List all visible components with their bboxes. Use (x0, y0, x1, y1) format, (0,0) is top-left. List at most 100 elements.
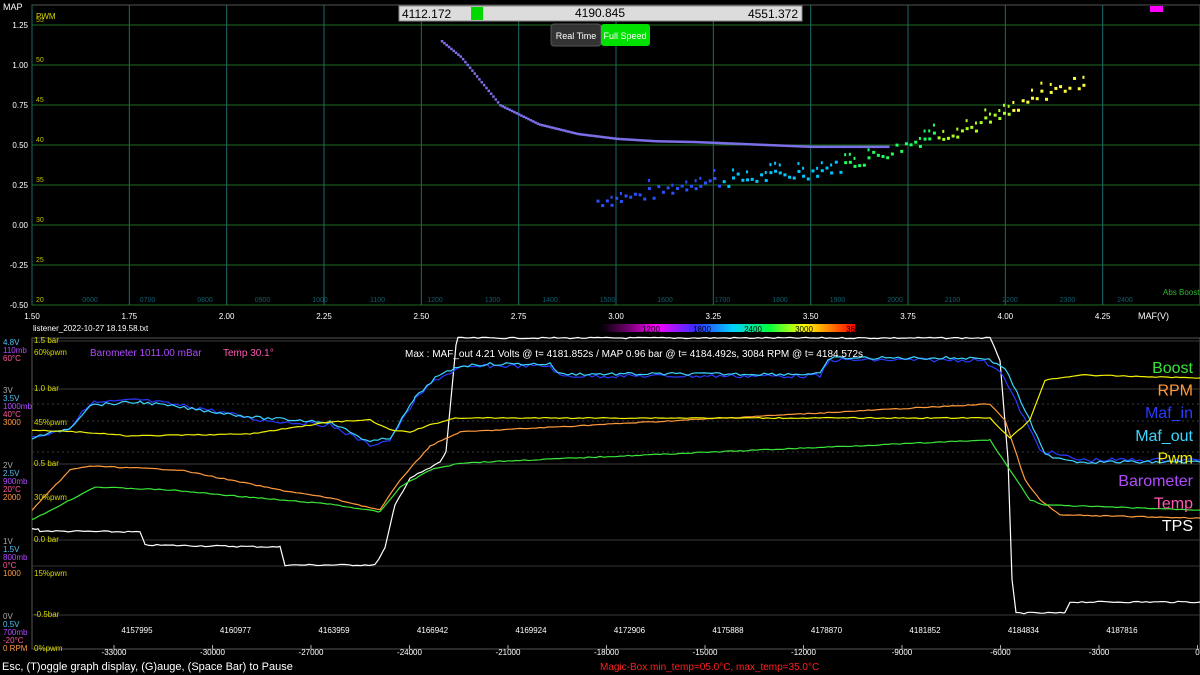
scatter-point (928, 129, 931, 133)
scatter-point (647, 187, 651, 191)
scatter-point (806, 177, 810, 181)
status-text: Magic-Box min_temp=05.0°C, max_temp=35.0… (600, 662, 819, 673)
axis-value: 0 RPM (3, 644, 28, 653)
scatter-point (508, 108, 512, 112)
scatter-point (812, 145, 815, 149)
scatter-point (837, 145, 841, 149)
pwm-tick: 50 (36, 57, 44, 64)
scatter-point (783, 173, 787, 177)
scatter-point (755, 179, 759, 183)
scatter-point (774, 161, 777, 165)
rpm-tick: 1000 (312, 297, 328, 304)
scatter-point (965, 119, 968, 123)
scatter-point (840, 145, 843, 149)
scatter-point (718, 184, 722, 188)
scatter-point (725, 142, 729, 145)
scatter-point (723, 142, 726, 145)
scatter-point (847, 145, 850, 149)
boost-scale: -0.5bar (34, 610, 60, 619)
scatter-point (633, 192, 637, 196)
scatter-point (984, 108, 987, 112)
rpm-tick: 0800 (197, 297, 213, 304)
scatter-point (596, 199, 600, 203)
scatter-point (625, 138, 628, 141)
scatter-point (450, 47, 453, 51)
scatter-point (1026, 100, 1030, 104)
scatter-point (1054, 86, 1058, 90)
scatter-point (709, 141, 712, 144)
scatter-point (909, 143, 913, 147)
legend-entry: Pwm (1157, 450, 1193, 467)
scatter-point (653, 139, 656, 143)
scatter-point (828, 145, 832, 149)
scatter-point (816, 145, 820, 149)
axis-value: 3000 (3, 418, 21, 427)
scatter-point (610, 195, 613, 199)
maf-tick: 1.75 (122, 312, 138, 321)
scatter-point (562, 129, 565, 132)
maf-tick: 3.25 (706, 312, 722, 321)
full-speed-button[interactable]: Full Speed (601, 24, 650, 46)
offset-tick: -24000 (397, 648, 422, 657)
scatter-point (578, 132, 582, 136)
scatter-point (601, 204, 605, 208)
scatter-point (914, 140, 918, 144)
map-tick: 0.50 (12, 141, 28, 150)
scatter-point (863, 145, 867, 149)
scatter-point (675, 187, 679, 191)
scatter-point (844, 145, 848, 149)
time-tick: 4178870 (811, 626, 843, 635)
scatter-point (807, 145, 811, 148)
scatter-point (848, 160, 852, 164)
scatter-point (1021, 99, 1025, 103)
scatter-point (496, 101, 500, 104)
scatter-point (900, 149, 904, 153)
scatter-point (784, 144, 787, 148)
scatter-point (1007, 112, 1011, 116)
scatter-point (942, 137, 946, 141)
time-tick: 4163959 (318, 626, 350, 635)
scatter-point (699, 176, 702, 180)
slider-thumb[interactable] (471, 7, 484, 20)
rpm-tick: 1100 (370, 297, 385, 304)
scatter-point (648, 139, 652, 143)
scatter-point (732, 176, 736, 180)
time-tick: 4175888 (712, 626, 744, 635)
scatter-point (590, 134, 593, 137)
scatter-point (599, 135, 603, 139)
scatter-point (457, 53, 460, 56)
scatter-point (844, 161, 848, 165)
scatter-point (513, 110, 516, 114)
scatter-point (1068, 86, 1072, 90)
scatter-point (834, 160, 838, 164)
maf-tick: 2.00 (219, 312, 235, 321)
scatter-point (853, 156, 856, 160)
scatter-point (854, 145, 857, 149)
scatter-point (956, 127, 959, 131)
scatter-point (816, 174, 820, 178)
scatter-point (1012, 100, 1015, 104)
scatter-point (1007, 104, 1010, 108)
scatter-point (998, 109, 1001, 113)
scatter-point (735, 142, 738, 145)
scatter-point (797, 169, 801, 173)
scatter-point (1077, 87, 1081, 91)
max-readout: Max : MAF_out 4.21 Volts @ t= 4181.852s … (405, 349, 863, 360)
offset-tick: -15000 (693, 648, 718, 657)
scatter-point (638, 193, 642, 197)
scatter-point (611, 137, 614, 140)
scatter-point (651, 139, 654, 143)
scatter-point (1049, 90, 1053, 94)
scatter-point (774, 169, 778, 173)
scatter-point (760, 173, 764, 177)
scatter-point (988, 112, 991, 116)
scatter-point (802, 174, 806, 178)
scatter-point (637, 138, 640, 142)
scatter-point (520, 114, 523, 117)
scatter-point (764, 171, 767, 175)
scatter-point (844, 153, 847, 157)
real-time-button[interactable]: Real Time (550, 23, 602, 47)
rpm-tick: 2200 (1002, 297, 1018, 304)
scatter-point (541, 123, 544, 127)
time-slider[interactable]: 4112.172 4190.845 4551.372 (398, 5, 803, 22)
